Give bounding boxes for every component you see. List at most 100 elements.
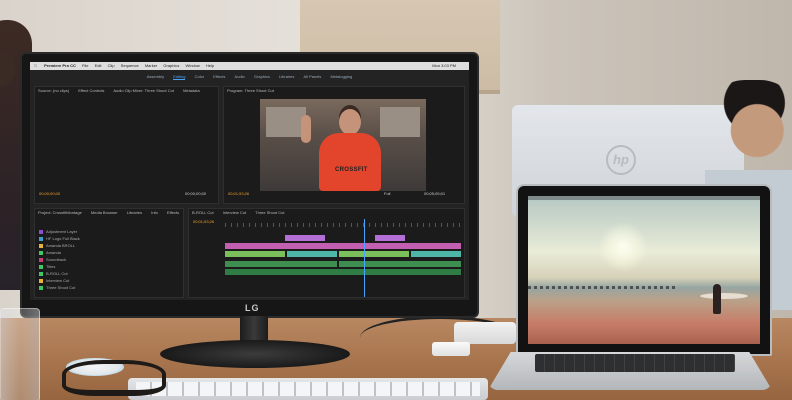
label-color-swatch (39, 236, 43, 241)
timeline-timecode: 00;01;53;26 (193, 219, 215, 224)
lg-monitor:  Premiere Pro CC File Edit Clip Sequenc… (22, 54, 477, 316)
shirt-text: CROSSFIT (335, 167, 368, 173)
keyboard-keys (136, 382, 480, 396)
project-bin-row[interactable]: Amanda BROLL (39, 243, 179, 248)
power-adapter (454, 322, 516, 344)
desk-scene: hp  Premiere Pro CC File Edit Clip Sequ… (0, 0, 792, 400)
workspace-tab[interactable]: All Panels (304, 74, 322, 79)
project-bin-row[interactable]: Amanda (39, 250, 179, 255)
tab-sequence[interactable]: B-ROLL Cut (192, 210, 214, 215)
menu-item[interactable]: File (82, 63, 88, 68)
tab-audio-clip-mixer[interactable]: Audio Clip Mixer: Three Shoot Cut (113, 88, 174, 93)
source-timecode-left: 00;00;00;00 (39, 191, 61, 196)
audio-track-1[interactable] (225, 261, 461, 267)
tab-info[interactable]: Info (151, 210, 158, 215)
program-panel-tab[interactable]: Program: Three Shoot Cut (224, 87, 464, 97)
project-bin-row[interactable]: Three Shoot Cut (39, 285, 179, 290)
timeline-playhead[interactable] (364, 219, 365, 297)
project-bin-row[interactable]: Adjustment Layer (39, 229, 179, 234)
video-clip[interactable] (225, 251, 285, 257)
project-panel-tabs: Project: CrossfitMontage Media Browser L… (35, 209, 183, 219)
video-track-2[interactable] (225, 243, 461, 249)
usb-adapter (432, 342, 470, 356)
menu-item[interactable]: Clip (108, 63, 115, 68)
woman-in-video: CROSSFIT (301, 109, 385, 191)
video-track-3[interactable] (225, 235, 461, 241)
project-bin-row[interactable]: HF Logo Full Black (39, 236, 179, 241)
workspace-tab[interactable]: Libraries (279, 74, 294, 79)
project-bin-row[interactable]: B-ROLL Cut (39, 271, 179, 276)
woman-head (339, 109, 361, 135)
video-clip[interactable] (411, 251, 461, 257)
video-clip[interactable] (375, 235, 405, 241)
laptop-lid (516, 184, 772, 356)
project-item-name: Amanda BROLL (46, 243, 76, 248)
menu-app-name[interactable]: Premiere Pro CC (44, 63, 76, 68)
lg-logo: LG (245, 303, 260, 313)
workspace-tab[interactable]: Graphics (254, 74, 270, 79)
menu-item[interactable]: Graphics (163, 63, 179, 68)
gym-window (266, 107, 306, 137)
tab-media-browser[interactable]: Media Browser (91, 210, 118, 215)
woman-arm (301, 115, 311, 143)
audio-clip[interactable] (339, 261, 461, 267)
menu-item[interactable]: Help (206, 63, 214, 68)
video-clip[interactable] (287, 251, 337, 257)
workspace-tabs: Assembly Editing Color Effects Audio Gra… (30, 72, 469, 82)
surfboard (700, 293, 748, 299)
apple-icon[interactable]:  (34, 63, 37, 68)
label-color-swatch (39, 278, 43, 283)
workspace-tab[interactable]: Assembly (147, 74, 164, 79)
project-bin-row[interactable]: Soundtrack (39, 257, 179, 262)
menu-item[interactable]: Window (186, 63, 200, 68)
tab-metadata[interactable]: Metadata (183, 88, 200, 93)
program-timecode-right: 00;05;05;01 (424, 191, 446, 196)
menu-item[interactable]: Edit (95, 63, 102, 68)
project-bin-row[interactable]: Titles (39, 264, 179, 269)
workspace-tab-active[interactable]: Editing (173, 74, 186, 80)
tab-sequence-active[interactable]: Three Shoot Cut (255, 210, 284, 215)
workspace-tab[interactable]: Metalogging (330, 74, 352, 79)
tab-libraries[interactable]: Libraries (127, 210, 142, 215)
workspace-tab[interactable]: Color (195, 74, 205, 79)
label-color-swatch (39, 285, 43, 290)
menu-item[interactable]: Sequence (121, 63, 139, 68)
program-timecode-left: 00;01;53;26 (228, 191, 250, 196)
tab-effect-controls[interactable]: Effect Controls (78, 88, 104, 93)
timeline-ruler[interactable] (225, 223, 461, 227)
label-color-swatch (39, 243, 43, 248)
label-color-swatch (39, 229, 43, 234)
video-clip[interactable] (285, 235, 325, 241)
sun (598, 222, 648, 272)
video-clip[interactable] (339, 251, 409, 257)
label-color-swatch (39, 257, 43, 262)
label-color-swatch (39, 250, 43, 255)
menu-item[interactable]: Marker (145, 63, 157, 68)
video-track-1[interactable] (225, 251, 461, 257)
tab-project[interactable]: Project: CrossfitMontage (38, 210, 82, 215)
source-timecode-right: 00;00;00;00 (185, 191, 207, 196)
audio-track-2[interactable] (225, 269, 461, 275)
project-item-name: Adjustment Layer (46, 229, 78, 234)
project-item-name: B-ROLL Cut (46, 271, 68, 276)
surfer (713, 284, 721, 314)
laptop-keyboard (535, 354, 735, 372)
project-item-name: HF Logo Full Black (46, 236, 80, 241)
workspace-tab[interactable]: Effects (213, 74, 225, 79)
timeline-panel: B-ROLL Cut Interview Cut Three Shoot Cut… (188, 208, 465, 298)
program-monitor-panel: Program: Three Shoot Cut CROSSFIT 00;01;… (223, 86, 465, 204)
program-video-frame: CROSSFIT (260, 99, 426, 191)
audio-clip[interactable] (225, 261, 337, 267)
tab-source[interactable]: Source: (no clips) (38, 88, 69, 93)
audio-clip[interactable] (225, 269, 461, 275)
workspace-tab[interactable]: Audio (235, 74, 245, 79)
program-zoom[interactable]: Full (384, 191, 390, 196)
eyeglasses (62, 360, 166, 396)
tab-sequence[interactable]: Interview Cut (223, 210, 246, 215)
project-bin-row[interactable]: Interview Cut (39, 278, 179, 283)
menubar-clock: Mon 3:03 PM (432, 63, 456, 68)
project-item-name: Amanda (46, 250, 61, 255)
gym-window (380, 107, 420, 137)
tab-effects[interactable]: Effects (167, 210, 179, 215)
hp-logo-icon: hp (606, 145, 636, 175)
